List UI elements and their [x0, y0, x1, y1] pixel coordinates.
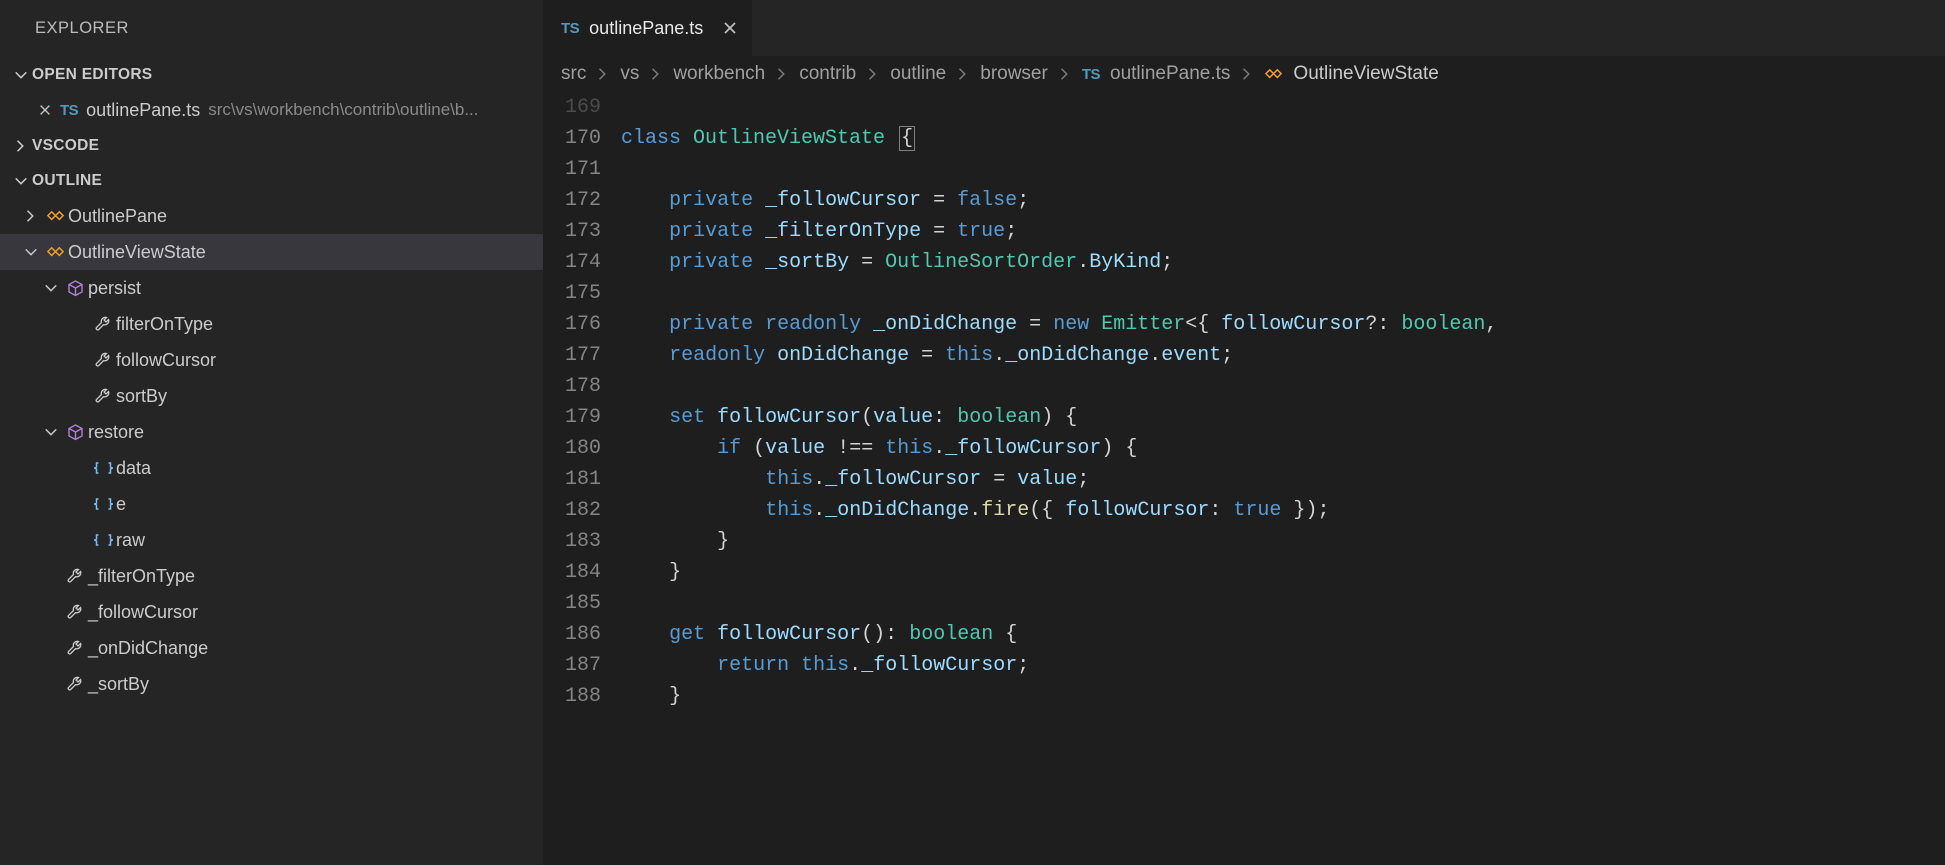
chevron-down-icon: [40, 425, 62, 439]
outline-node-label: restore: [88, 422, 144, 443]
tab-bar: TS outlinePane.ts: [543, 0, 1945, 56]
chevron-right-icon: [20, 209, 42, 223]
outline-node-label: e: [116, 494, 126, 515]
open-editors-label: OPEN EDITORS: [32, 66, 152, 84]
project-header[interactable]: VSCODE: [0, 128, 543, 163]
variable-icon: [90, 461, 116, 475]
outline-node-label: persist: [88, 278, 141, 299]
outline-node-restore-data[interactable]: data: [0, 450, 543, 486]
breadcrumb-file[interactable]: outlinePane.ts: [1110, 63, 1230, 85]
outline-node-persist-filterontype[interactable]: filterOnType: [0, 306, 543, 342]
property-icon: [90, 315, 116, 333]
outline-label: OUTLINE: [32, 172, 102, 190]
property-icon: [62, 639, 88, 657]
chevron-down-icon: [40, 281, 62, 295]
property-icon: [62, 675, 88, 693]
class-icon: [42, 208, 68, 224]
class-icon: [1264, 66, 1283, 82]
typescript-file-icon: TS: [561, 20, 579, 37]
outline-node-label: raw: [116, 530, 145, 551]
property-icon: [90, 387, 116, 405]
chevron-right-icon: [950, 67, 976, 81]
chevron-down-icon: [10, 174, 32, 188]
breadcrumb-symbol[interactable]: OutlineViewState: [1293, 63, 1438, 85]
outline-node-_sortby[interactable]: _sortBy: [0, 666, 543, 702]
outline-tree: OutlinePane OutlineViewState persist fil…: [0, 198, 543, 702]
outline-node-_filterontype[interactable]: _filterOnType: [0, 558, 543, 594]
chevron-right-icon: [590, 67, 616, 81]
method-icon: [62, 280, 88, 297]
outline-node-persist-sortby[interactable]: sortBy: [0, 378, 543, 414]
outline-node-label: OutlineViewState: [68, 242, 206, 263]
line-number-gutter: 1691701711721731741751761771781791801811…: [543, 92, 621, 865]
tab-outlinepane[interactable]: TS outlinePane.ts: [543, 0, 753, 56]
variable-icon: [90, 533, 116, 547]
outline-node-label: _onDidChange: [88, 638, 208, 659]
breadcrumb-item[interactable]: vs: [620, 63, 639, 85]
explorer-title: EXPLORER: [0, 0, 543, 57]
typescript-file-icon: TS: [60, 102, 78, 119]
editor-area: TS outlinePane.ts src vs workbench contr…: [543, 0, 1945, 865]
breadcrumbs: src vs workbench contrib outline browser…: [543, 56, 1945, 92]
outline-node-label: data: [116, 458, 151, 479]
breadcrumb-item[interactable]: browser: [980, 63, 1048, 85]
outline-node-label: _sortBy: [88, 674, 149, 695]
chevron-right-icon: [769, 67, 795, 81]
class-icon: [42, 244, 68, 260]
code-editor[interactable]: 1691701711721731741751761771781791801811…: [543, 92, 1945, 865]
chevron-down-icon: [10, 68, 32, 82]
outline-node-_ondidchange[interactable]: _onDidChange: [0, 630, 543, 666]
property-icon: [90, 351, 116, 369]
chevron-down-icon: [20, 245, 42, 259]
breadcrumb-item[interactable]: contrib: [799, 63, 856, 85]
outline-node-label: _followCursor: [88, 602, 198, 623]
outline-node-_followcursor[interactable]: _followCursor: [0, 594, 543, 630]
open-editor-filename: outlinePane.ts: [86, 100, 200, 121]
property-icon: [62, 603, 88, 621]
outline-node-label: followCursor: [116, 350, 216, 371]
chevron-right-icon: [1234, 67, 1260, 81]
outline-node-persist[interactable]: persist: [0, 270, 543, 306]
outline-node-outlinepane[interactable]: OutlinePane: [0, 198, 543, 234]
outline-node-persist-followcursor[interactable]: followCursor: [0, 342, 543, 378]
outline-node-restore-raw[interactable]: raw: [0, 522, 543, 558]
explorer-sidebar: EXPLORER OPEN EDITORS TS outlinePane.ts …: [0, 0, 543, 865]
chevron-right-icon: [10, 139, 32, 153]
tab-filename: outlinePane.ts: [589, 18, 703, 39]
breadcrumb-item[interactable]: outline: [890, 63, 946, 85]
typescript-file-icon: TS: [1082, 66, 1100, 83]
outline-node-label: sortBy: [116, 386, 167, 407]
outline-node-outlineviewstate[interactable]: OutlineViewState: [0, 234, 543, 270]
outline-header[interactable]: OUTLINE: [0, 163, 543, 198]
chevron-right-icon: [643, 67, 669, 81]
chevron-right-icon: [860, 67, 886, 81]
breadcrumb-item[interactable]: workbench: [673, 63, 765, 85]
open-editor-item[interactable]: TS outlinePane.ts src\vs\workbench\contr…: [0, 92, 543, 128]
close-icon[interactable]: [722, 20, 738, 36]
variable-icon: [90, 497, 116, 511]
outline-node-restore-e[interactable]: e: [0, 486, 543, 522]
outline-node-restore[interactable]: restore: [0, 414, 543, 450]
property-icon: [62, 567, 88, 585]
open-editor-path: src\vs\workbench\contrib\outline\b...: [208, 100, 478, 120]
outline-node-label: OutlinePane: [68, 206, 167, 227]
method-icon: [62, 424, 88, 441]
breadcrumb-item[interactable]: src: [561, 63, 586, 85]
close-icon[interactable]: [34, 103, 56, 117]
chevron-right-icon: [1052, 67, 1078, 81]
project-label: VSCODE: [32, 137, 99, 155]
outline-node-label: _filterOnType: [88, 566, 195, 587]
open-editors-header[interactable]: OPEN EDITORS: [0, 57, 543, 92]
outline-node-label: filterOnType: [116, 314, 213, 335]
code-content[interactable]: class OutlineViewState { private _follow…: [621, 92, 1945, 865]
